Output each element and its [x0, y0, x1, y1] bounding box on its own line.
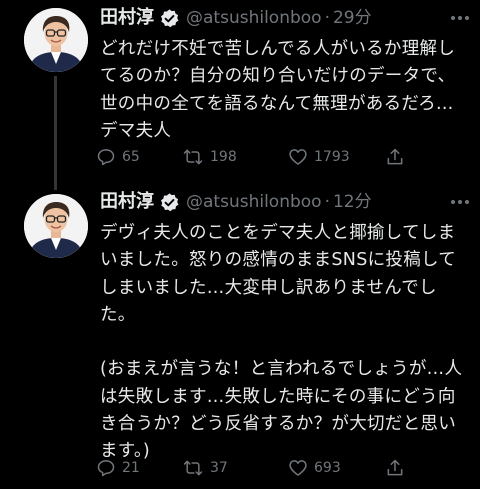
avatar[interactable]	[24, 8, 88, 72]
like-button[interactable]: 693	[288, 456, 341, 480]
retweet-button[interactable]: 37	[182, 456, 228, 480]
user-handle[interactable]: @atsushilonboo	[186, 188, 322, 216]
reply-icon	[96, 458, 116, 478]
retweet-count: 198	[210, 149, 237, 165]
tweet[interactable]: 田村淳 @atsushilonboo · 29分 どれだけ不妊で苦しんでる人がい…	[0, 0, 480, 190]
reply-count: 65	[122, 149, 140, 165]
tweet[interactable]: 田村淳 @atsushilonboo · 12分 デヴィ夫人のことをデマ夫人と揶…	[0, 184, 480, 489]
display-name[interactable]: 田村淳	[100, 188, 154, 216]
retweet-button[interactable]: 198	[182, 145, 237, 169]
thread-connector-line	[54, 76, 57, 190]
share-icon	[385, 147, 405, 167]
separator-dot: ·	[324, 8, 330, 28]
like-button[interactable]: 1793	[288, 145, 350, 169]
avatar[interactable]	[24, 194, 88, 258]
like-count: 1793	[314, 149, 350, 165]
like-icon	[288, 147, 308, 167]
separator-dot: ·	[324, 192, 330, 212]
more-options-icon[interactable]	[450, 194, 470, 210]
tweet-header: 田村淳 @atsushilonboo · 12分	[100, 188, 470, 216]
tweet-text: どれだけ不妊で苦しんでる人がいるか理解してるのか？自分の知り合いだけのデータで、…	[100, 39, 456, 141]
tweet-timestamp[interactable]: 12分	[333, 188, 372, 216]
share-icon	[385, 458, 405, 478]
tweet-content: 田村淳 @atsushilonboo · 29分 どれだけ不妊で苦しんでる人がい…	[100, 4, 470, 145]
tweet-content: 田村淳 @atsushilonboo · 12分 デヴィ夫人のことをデマ夫人と揶…	[100, 188, 470, 466]
reply-button[interactable]: 21	[96, 456, 140, 480]
tweet-timestamp[interactable]: 29分	[333, 4, 372, 32]
tweet-actions: 21 37 693	[96, 456, 416, 480]
more-options-icon[interactable]	[450, 10, 470, 26]
reply-icon	[96, 147, 116, 167]
retweet-count: 37	[210, 460, 228, 476]
tweet-header: 田村淳 @atsushilonboo · 29分	[100, 4, 470, 32]
tweet-text: デヴィ夫人のことをデマ夫人と揶揄してしまいました。怒りの感情のままSNSに投稿し…	[100, 223, 463, 462]
tweet-timeline: 田村淳 @atsushilonboo · 29分 どれだけ不妊で苦しんでる人がい…	[0, 0, 480, 489]
retweet-icon	[182, 147, 204, 167]
share-button[interactable]	[385, 145, 405, 169]
like-icon	[288, 458, 308, 478]
display-name[interactable]: 田村淳	[100, 4, 154, 32]
tweet-actions: 65 198 1793	[96, 145, 416, 169]
share-button[interactable]	[385, 456, 405, 480]
reply-button[interactable]: 65	[96, 145, 140, 169]
reply-count: 21	[122, 460, 140, 476]
verified-badge-icon	[159, 8, 180, 29]
like-count: 693	[314, 460, 341, 476]
verified-badge-icon	[159, 192, 180, 213]
retweet-icon	[182, 458, 204, 478]
user-handle[interactable]: @atsushilonboo	[186, 4, 322, 32]
